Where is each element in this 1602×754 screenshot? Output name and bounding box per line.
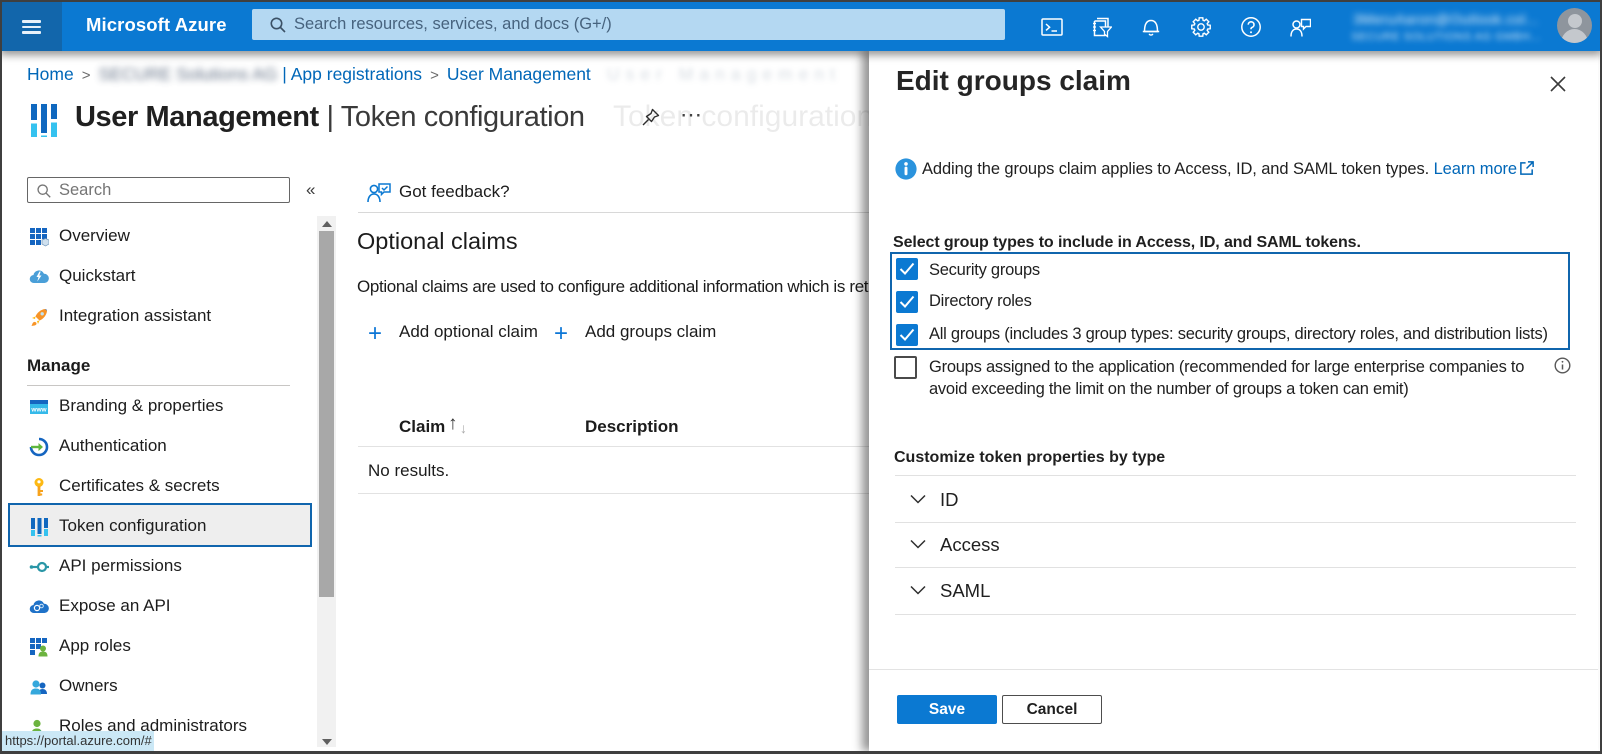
svg-text:www: www [30, 407, 47, 414]
